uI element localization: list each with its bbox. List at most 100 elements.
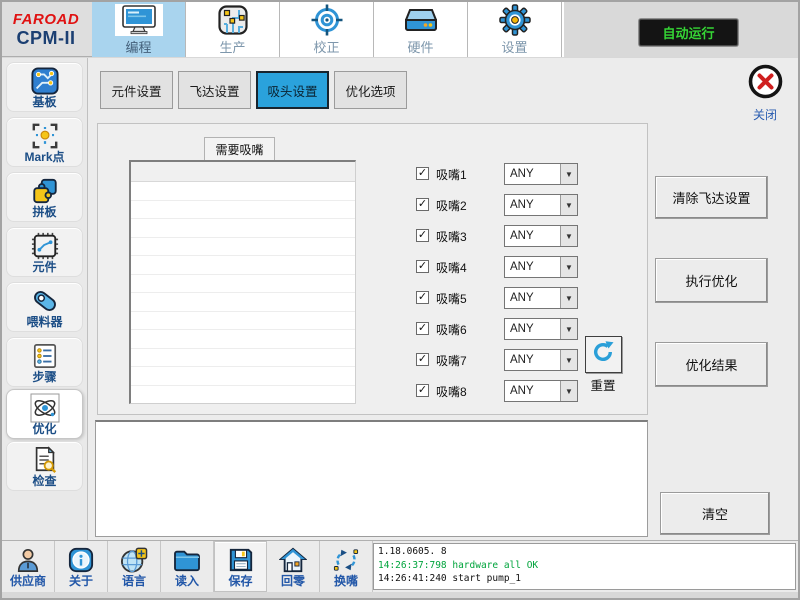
chevron-down-icon: ▼ — [565, 200, 573, 210]
nozzle-3-checkbox[interactable] — [416, 229, 429, 242]
nozzle-6-checkbox[interactable] — [416, 322, 429, 335]
refresh-icon — [590, 339, 616, 370]
chevron-down-icon: ▼ — [565, 324, 573, 334]
combo-arrow-button[interactable]: ▼ — [560, 319, 577, 339]
mark-icon — [31, 121, 59, 151]
tab-programming[interactable]: 编程 — [92, 2, 186, 57]
nozzle-4-type-select[interactable]: ANY ▼ — [504, 256, 578, 278]
chip-icon — [31, 231, 59, 261]
sidebar-item-feeder[interactable]: 喂料器 — [6, 282, 83, 332]
sidebar-item-mark[interactable]: Mark点 — [6, 117, 83, 167]
combo-arrow-button[interactable]: ▼ — [560, 381, 577, 401]
combo-value: ANY — [510, 354, 534, 366]
combo-arrow-button[interactable]: ▼ — [560, 195, 577, 215]
sidebar-item-board[interactable]: 基板 — [6, 62, 83, 112]
nozzle-5-type-select[interactable]: ANY ▼ — [504, 287, 578, 309]
subtab-nozzle-settings[interactable]: 吸头设置 — [256, 71, 329, 109]
sidebar-item-label: 元件 — [32, 259, 57, 274]
chevron-down-icon: ▼ — [565, 231, 573, 241]
list-row — [131, 275, 355, 293]
nozzle-label: 吸嘴8 — [436, 385, 467, 399]
combo-arrow-button[interactable]: ▼ — [560, 288, 577, 308]
circuit-icon — [217, 4, 248, 36]
reset-control: 重置 — [579, 336, 627, 394]
required-nozzles-title: 需要吸嘴 — [204, 137, 275, 160]
nozzle-8-checkbox[interactable] — [416, 384, 429, 397]
save-button[interactable]: 保存 — [214, 541, 267, 592]
sidebar-item-steps[interactable]: 步骤 — [6, 337, 83, 387]
nozzle-label: 吸嘴5 — [436, 292, 467, 306]
combo-arrow-button[interactable]: ▼ — [560, 226, 577, 246]
target-icon — [311, 4, 343, 36]
puzzle-icon — [31, 176, 59, 206]
combo-value: ANY — [510, 292, 534, 304]
list-row — [131, 201, 355, 219]
nozzle-settings-panel: 需要吸嘴 吸嘴1 ANY ▼ 吸嘴2 — [97, 123, 648, 415]
nozzle-6-type-select[interactable]: ANY ▼ — [504, 318, 578, 340]
supplier-button[interactable]: 供应商 — [2, 541, 55, 592]
combo-arrow-button[interactable]: ▼ — [560, 350, 577, 370]
list-header-row — [131, 162, 355, 182]
nozzle-row: 吸嘴6 ANY ▼ — [416, 318, 594, 341]
home-button[interactable]: 回零 — [267, 541, 320, 592]
run-optimization-button[interactable]: 执行优化 — [655, 258, 768, 303]
sidebar-item-inspection[interactable]: 检查 — [6, 441, 83, 491]
nozzle-row: 吸嘴1 ANY ▼ — [416, 163, 594, 186]
load-button[interactable]: 读入 — [161, 541, 214, 592]
nozzle-label: 吸嘴1 — [436, 168, 467, 182]
list-row — [131, 386, 355, 404]
nozzle-2-type-select[interactable]: ANY ▼ — [504, 194, 578, 216]
close-button[interactable]: 关闭 — [740, 63, 790, 123]
tab-calibration[interactable]: 校正 — [280, 2, 374, 57]
nozzle-row: 吸嘴7 ANY ▼ — [416, 349, 594, 372]
status-log: 1.18.0605. 8 14:26:37:798 hardware all O… — [373, 543, 796, 590]
list-row — [131, 238, 355, 256]
optimization-result-button[interactable]: 优化结果 — [655, 342, 768, 387]
nozzle-4-checkbox[interactable] — [416, 260, 429, 273]
tab-settings[interactable]: 设置 — [468, 2, 562, 57]
clear-button[interactable]: 清空 — [660, 492, 770, 535]
nozzle-2-checkbox[interactable] — [416, 198, 429, 211]
about-button[interactable]: 关于 — [55, 541, 108, 592]
subtab-optimization-options[interactable]: 优化选项 — [334, 71, 407, 109]
swap-arrows-icon — [332, 545, 360, 575]
sidebar-item-components[interactable]: 元件 — [6, 227, 83, 277]
tab-hardware[interactable]: 硬件 — [374, 2, 468, 57]
nozzle-row: 吸嘴5 ANY ▼ — [416, 287, 594, 310]
required-nozzles-list[interactable] — [129, 160, 356, 404]
sidebar-item-label: 检查 — [32, 473, 57, 488]
clear-feeder-settings-button[interactable]: 清除飞达设置 — [655, 176, 768, 219]
list-row — [131, 182, 355, 201]
subtab-label: 优化选项 — [345, 84, 396, 99]
nozzle-label: 吸嘴7 — [436, 354, 467, 368]
globe-icon — [120, 545, 148, 575]
tab-production[interactable]: 生产 — [186, 2, 280, 57]
nozzle-row: 吸嘴3 ANY ▼ — [416, 225, 594, 248]
sidebar-item-optimization[interactable]: 优化 — [6, 389, 83, 439]
sidebar-item-label: 基板 — [32, 94, 57, 109]
nozzle-8-type-select[interactable]: ANY ▼ — [504, 380, 578, 402]
combo-arrow-button[interactable]: ▼ — [560, 164, 577, 184]
bottom-toolbar: 供应商 关于 语言 读入 保存 回零 换嘴 1.18.0605. 8 14:26… — [2, 540, 798, 592]
save-icon — [228, 545, 254, 575]
subtab-component-settings[interactable]: 元件设置 — [100, 71, 173, 109]
nozzle-3-type-select[interactable]: ANY ▼ — [504, 225, 578, 247]
combo-arrow-button[interactable]: ▼ — [560, 257, 577, 277]
change-nozzle-button[interactable]: 换嘴 — [320, 541, 373, 592]
auto-run-button[interactable]: 自动运行 — [639, 19, 738, 46]
nozzle-7-type-select[interactable]: ANY ▼ — [504, 349, 578, 371]
panel-title-text: 需要吸嘴 — [215, 142, 264, 157]
nozzle-5-checkbox[interactable] — [416, 291, 429, 304]
sidebar-item-label: 喂料器 — [26, 314, 63, 329]
nozzle-1-type-select[interactable]: ANY ▼ — [504, 163, 578, 185]
log-line: 14:26:41:240 start pump_1 — [378, 573, 521, 584]
nozzle-7-checkbox[interactable] — [416, 353, 429, 366]
language-button[interactable]: 语言 — [108, 541, 161, 592]
reset-button[interactable] — [584, 336, 622, 373]
combo-value: ANY — [510, 323, 534, 335]
subtab-label: 飞达设置 — [189, 84, 240, 99]
toolbar-label: 读入 — [174, 574, 199, 588]
sidebar-item-panelize[interactable]: 拼板 — [6, 172, 83, 222]
subtab-feeder-settings[interactable]: 飞达设置 — [178, 71, 251, 109]
nozzle-1-checkbox[interactable] — [416, 167, 429, 180]
